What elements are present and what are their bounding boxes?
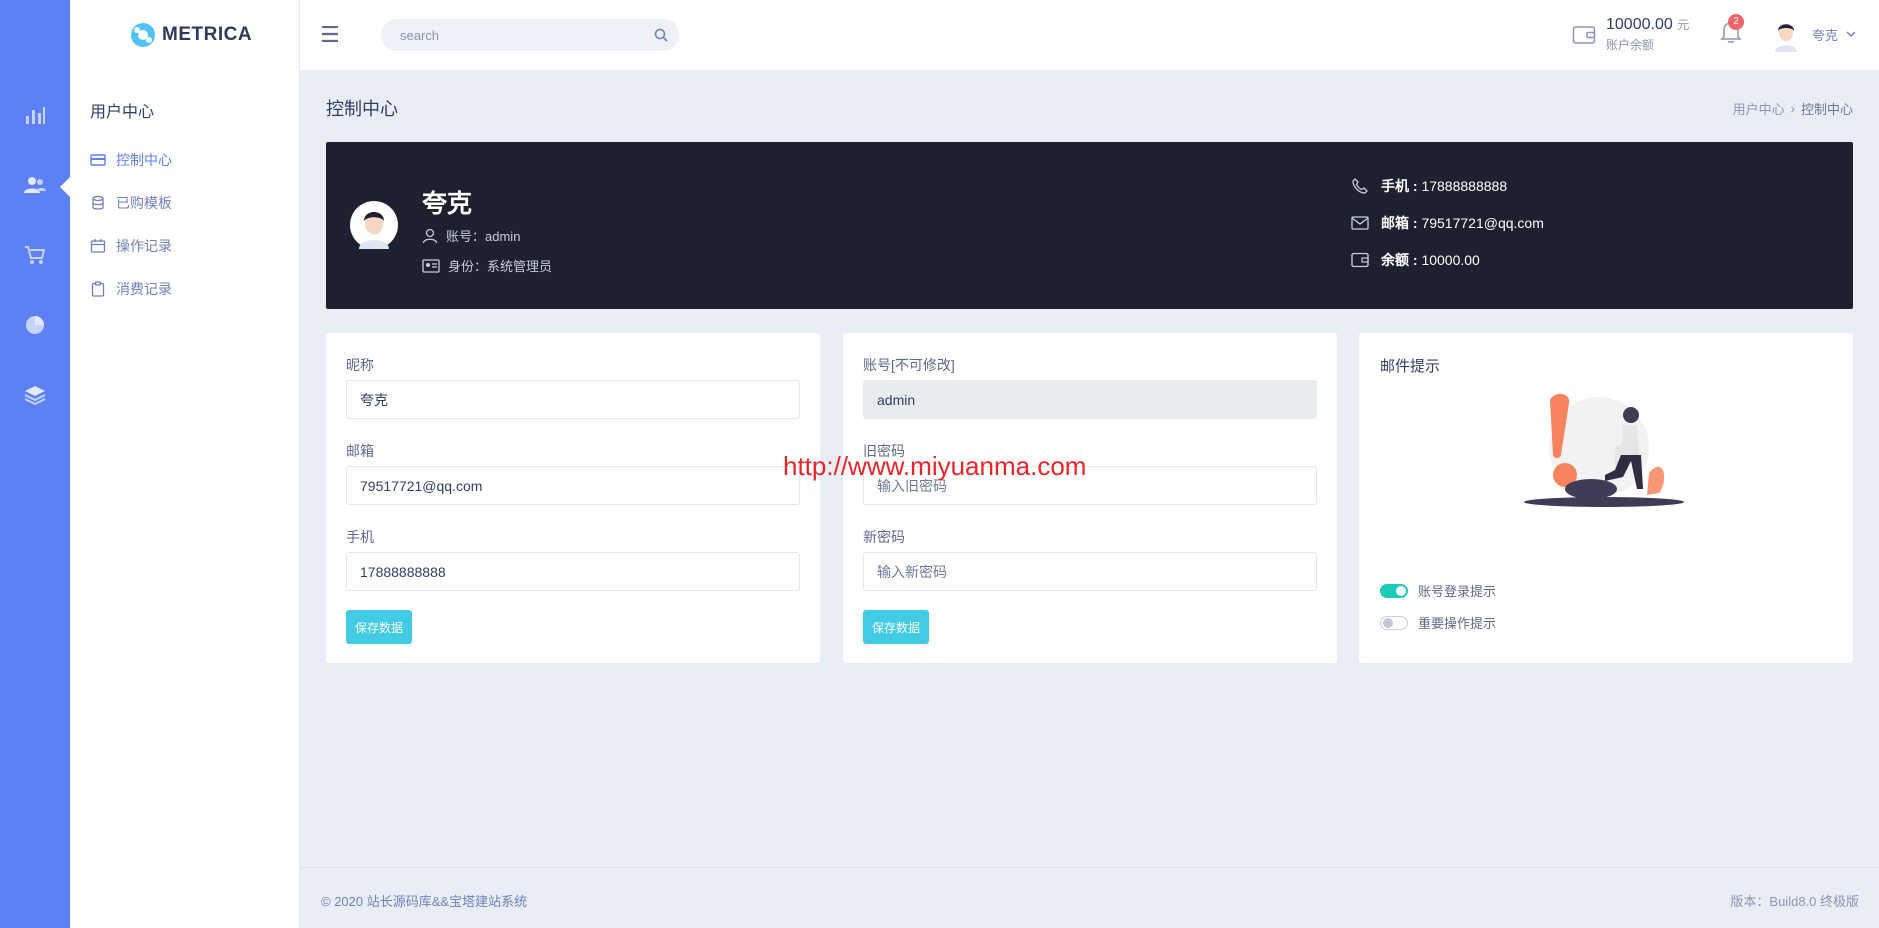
pie-icon[interactable] [22, 312, 48, 338]
important-action-toggle[interactable] [1380, 615, 1408, 630]
sidebar-menu: 控制中心 已购模板 操作记录 消费记录 [90, 138, 172, 310]
breadcrumb-item-user-center[interactable]: 用户中心 [1733, 99, 1785, 118]
wallet-icon [1351, 252, 1369, 268]
search-icon[interactable] [653, 27, 669, 43]
sidebar-item-purchased-templates[interactable]: 已购模板 [90, 181, 172, 224]
mail-tips-title: 邮件提示 [1380, 358, 1441, 375]
nickname-label: 昵称 [346, 357, 374, 373]
login-alert-toggle-row: 账号登录提示 [1380, 581, 1496, 600]
users-icon[interactable] [22, 172, 48, 198]
profile-balance-row: 余额 : 10000.00 [1351, 250, 1480, 270]
footer-copyright: © 2020 站长源码库&&宝塔建站系统 [321, 894, 528, 909]
menu-toggle-icon[interactable]: ☰ [320, 24, 340, 46]
password-form-card: 账号[不可修改] 旧密码 新密码 保存数据 [843, 333, 1337, 663]
layers-icon[interactable] [22, 382, 48, 408]
phone-input[interactable] [346, 552, 800, 591]
important-action-label: 重要操作提示 [1418, 616, 1497, 631]
sidebar-item-operation-log[interactable]: 操作记录 [90, 224, 172, 267]
profile-account-row: 账号：admin [422, 226, 520, 245]
user-menu[interactable]: 夸克 [1768, 16, 1856, 52]
notification-badge: 2 [1728, 14, 1744, 30]
nickname-input[interactable] [346, 380, 800, 419]
profile-balance: 10000.00 [1421, 252, 1480, 268]
page-title: 控制中心 [326, 99, 398, 119]
sidebar-item-label: 已购模板 [116, 194, 172, 211]
phone-icon [1352, 178, 1368, 194]
card-icon [90, 153, 106, 166]
footer: © 2020 站长源码库&&宝塔建站系统 版本：Build8.0 终极版 [300, 867, 1879, 928]
account-balance[interactable]: 10000.00 元 账户余额 [1572, 16, 1689, 53]
account-readonly-input [863, 380, 1317, 419]
avatar [1768, 16, 1804, 52]
profile-phone-row: 手机 : 17888888888 [1351, 176, 1507, 196]
topbar: ☰ 10000.00 元 账户余额 2 夸克 [300, 0, 1879, 70]
login-alert-toggle[interactable] [1380, 583, 1408, 598]
profile-avatar [350, 201, 398, 249]
profile-email: 79517721@qq.com [1421, 215, 1544, 231]
chevron-down-icon [1846, 31, 1856, 37]
search-input[interactable] [381, 19, 631, 51]
breadcrumb: 用户中心 › 控制中心 [1733, 99, 1853, 118]
balance-unit: 元 [1677, 18, 1690, 32]
brand-name: METRICA [162, 24, 253, 45]
balance-label: 账户余额 [1606, 38, 1655, 52]
profile-email-row: 邮箱 : 79517721@qq.com [1351, 213, 1544, 233]
sidebar-item-label: 操作记录 [116, 237, 172, 254]
search-box [381, 19, 679, 51]
sidebar-item-label: 控制中心 [116, 151, 172, 168]
profile-phone-label: 手机 : [1381, 178, 1418, 194]
icon-rail [0, 0, 70, 928]
metrica-logo-icon [131, 23, 155, 47]
login-alert-label: 账号登录提示 [1418, 584, 1497, 599]
id-card-icon [422, 258, 440, 273]
sidebar-item-dashboard[interactable]: 控制中心 [90, 138, 172, 181]
balance-amount: 10000.00 [1606, 16, 1673, 33]
mail-icon [1351, 216, 1369, 230]
profile-phone: 17888888888 [1421, 178, 1508, 194]
profile-name: 夸克 [422, 190, 473, 218]
important-action-toggle-row: 重要操作提示 [1380, 613, 1496, 632]
save-password-button[interactable]: 保存数据 [863, 610, 929, 644]
breadcrumb-item-current: 控制中心 [1800, 102, 1853, 117]
new-password-label: 新密码 [863, 529, 905, 545]
cart-icon[interactable] [22, 242, 48, 268]
profile-form-card: 昵称 邮箱 手机 保存数据 [326, 333, 820, 663]
email-label: 邮箱 [346, 443, 374, 459]
profile-role-row: 身份：系统管理员 [422, 256, 552, 275]
new-password-input[interactable] [863, 552, 1317, 591]
sidebar-item-spending-log[interactable]: 消费记录 [90, 267, 172, 310]
profile-role-label: 身份： [448, 259, 488, 274]
watermark-text: http://www.miyuanma.com [783, 451, 1087, 481]
account-readonly-label: 账号[不可修改] [863, 357, 955, 373]
profile-banner: 夸克 账号：admin 身份：系统管理员 手机 : 17888888888 邮箱… [326, 142, 1853, 309]
sidebar: METRICA 用户中心 控制中心 已购模板 操作记录 消费记录 [70, 0, 300, 928]
save-profile-button[interactable]: 保存数据 [346, 610, 412, 644]
footer-version: 版本：Build8.0 终极版 [1730, 894, 1859, 909]
breadcrumb-separator-icon: › [1790, 101, 1795, 116]
user-icon [422, 228, 438, 243]
mail-tips-card: 邮件提示 账号登录提示 重要操作提示 [1359, 333, 1853, 663]
database-icon [92, 195, 104, 210]
sidebar-item-label: 消费记录 [116, 280, 172, 297]
profile-role: 系统管理员 [487, 259, 553, 274]
email-input[interactable] [346, 466, 800, 505]
profile-email-label: 邮箱 : [1381, 215, 1418, 231]
phone-label: 手机 [346, 529, 374, 545]
profile-account: admin [485, 229, 521, 244]
sidebar-title: 用户中心 [90, 104, 155, 121]
clipboard-icon [91, 280, 105, 297]
wallet-icon [1572, 25, 1596, 44]
calendar-icon [90, 238, 106, 253]
user-name: 夸克 [1812, 27, 1839, 43]
active-indicator [60, 177, 70, 197]
chart-icon[interactable] [22, 102, 48, 128]
profile-balance-label: 余额 : [1381, 252, 1418, 268]
brand-logo[interactable]: METRICA [130, 22, 252, 48]
profile-account-label: 账号： [446, 229, 486, 244]
alert-illustration [1524, 393, 1684, 507]
